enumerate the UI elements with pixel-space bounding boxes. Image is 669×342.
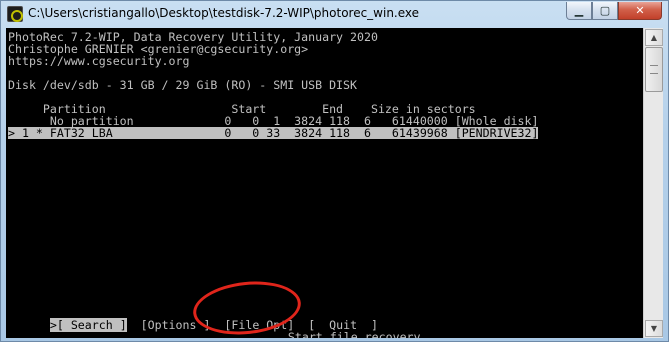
header-line-3: https://www.cgsecurity.org	[8, 54, 190, 68]
console-area[interactable]: PhotoRec 7.2-WIP, Data Recovery Utility,…	[6, 28, 643, 338]
app-icon	[7, 6, 23, 22]
maximize-button[interactable]: ▢	[592, 2, 618, 20]
console-window: C:\Users\cristiangallo\Desktop\testdisk-…	[0, 0, 669, 342]
text-cursor: _	[420, 330, 428, 338]
window-controls: ▁ ▢ ✕	[566, 2, 662, 20]
arrow-down-icon: ▼	[650, 324, 658, 333]
partition-row-selected[interactable]: > 1 * FAT32 LBA 0 0 33 3824 118 6 614399…	[8, 127, 539, 139]
status-text: Start file recovery	[287, 330, 421, 338]
arrow-up-icon: ▲	[650, 33, 658, 42]
minimize-button[interactable]: ▁	[566, 2, 592, 20]
search-button[interactable]: >[ Search ]	[49, 318, 127, 332]
scroll-down-button[interactable]: ▼	[645, 320, 663, 337]
maximize-icon: ▢	[599, 4, 611, 17]
close-button[interactable]: ✕	[618, 2, 662, 20]
scroll-thumb[interactable]	[645, 47, 663, 92]
minimize-icon: ▁	[574, 4, 584, 17]
close-icon: ✕	[635, 4, 645, 17]
scroll-up-button[interactable]: ▲	[645, 29, 663, 46]
window-title: C:\Users\cristiangallo\Desktop\testdisk-…	[28, 6, 420, 20]
title-bar[interactable]: C:\Users\cristiangallo\Desktop\testdisk-…	[1, 1, 668, 27]
disk-info: Disk /dev/sdb - 31 GB / 29 GiB (RO) - SM…	[8, 78, 358, 92]
vertical-scrollbar[interactable]: ▲ ▼	[643, 28, 663, 338]
